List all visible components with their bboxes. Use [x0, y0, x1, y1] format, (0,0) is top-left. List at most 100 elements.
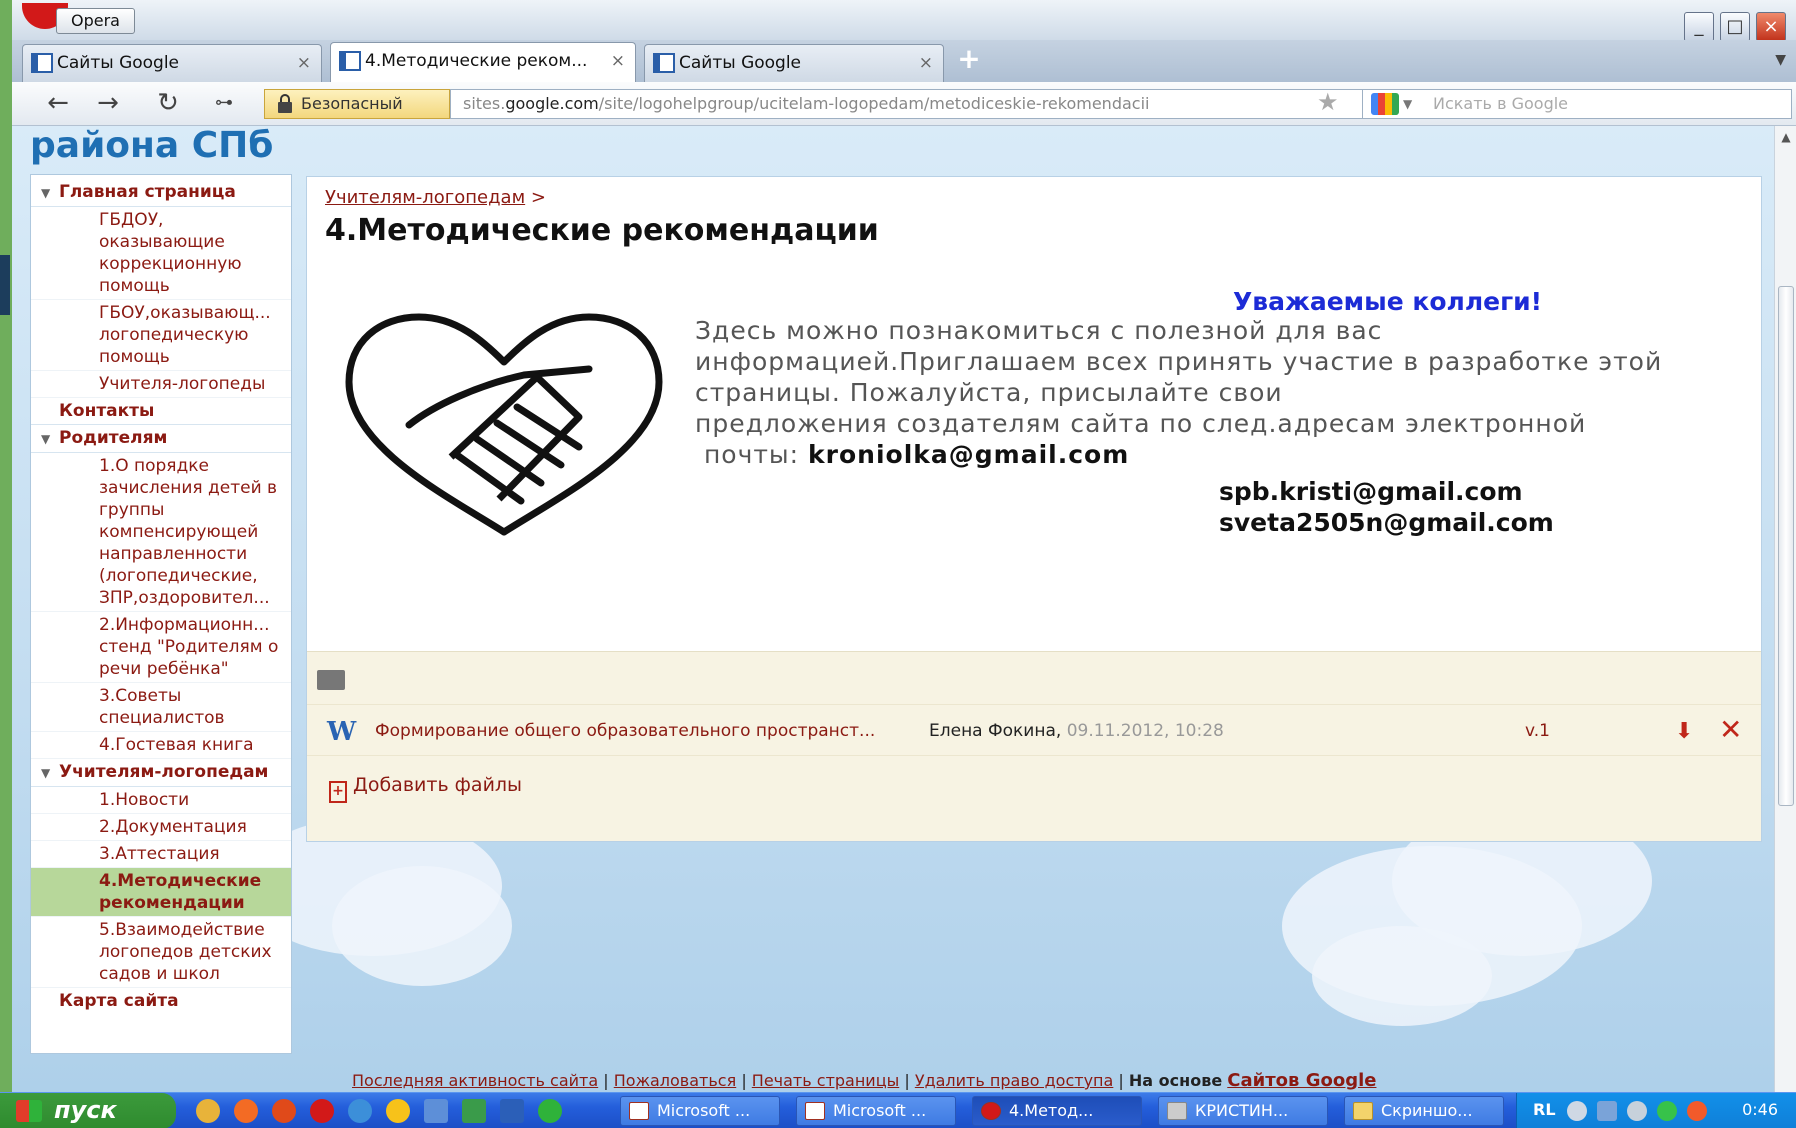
- intro-text: Здесь можно познакомиться с полезной для…: [695, 315, 1735, 470]
- taskbar-window-kristin[interactable]: КРИСТИН...: [1158, 1096, 1328, 1126]
- tray-messenger-icon[interactable]: [1657, 1101, 1677, 1121]
- attachment-version-link[interactable]: v.1: [1525, 721, 1550, 741]
- sidebar-item-sitemap[interactable]: Карта сайта: [31, 988, 291, 1014]
- google-search-icon: [1371, 93, 1399, 115]
- sidebar-item-gbou[interactable]: ГБОУ,оказывающ... логопедическую помощь: [31, 300, 291, 371]
- cloud-decoration: [332, 866, 512, 986]
- quicklaunch-opera-icon[interactable]: [310, 1099, 334, 1123]
- search-input[interactable]: ▼ Искать в Google: [1362, 89, 1792, 119]
- quicklaunch-excel-icon[interactable]: [462, 1099, 486, 1123]
- language-indicator[interactable]: RL: [1533, 1093, 1556, 1127]
- footer-link-report[interactable]: Пожаловаться: [614, 1071, 736, 1090]
- footer-link-activity[interactable]: Последняя активность сайта: [352, 1071, 598, 1090]
- tab-menu-chevron-icon[interactable]: ▼: [1775, 52, 1786, 68]
- start-button[interactable]: пуск: [0, 1093, 176, 1128]
- download-icon[interactable]: ⬇: [1675, 719, 1693, 744]
- tab-close-icon[interactable]: ×: [611, 51, 625, 71]
- footer-link-remove-access[interactable]: Удалить право доступа: [915, 1071, 1114, 1090]
- tray-arrow-icon[interactable]: [1567, 1101, 1587, 1121]
- sidebar-item-documentation[interactable]: 2.Документация: [31, 814, 291, 841]
- expand-triangle-icon[interactable]: ▼: [41, 762, 59, 784]
- footer-separator: |: [904, 1071, 910, 1090]
- quicklaunch-chrome-icon[interactable]: [386, 1099, 410, 1123]
- sidebar-item-recommendations[interactable]: 4.Методические рекомендации: [31, 868, 291, 917]
- footer-link-print[interactable]: Печать страницы: [752, 1071, 899, 1090]
- attachment-author: Елена Фокина,: [929, 721, 1062, 741]
- reload-icon[interactable]: ↻: [152, 88, 184, 118]
- taskbar-window-powerpoint-2[interactable]: Microsoft ...: [796, 1096, 956, 1126]
- sidebar-item-teachers[interactable]: ▼ Учителям-логопедам: [31, 759, 291, 787]
- folder-icon: [1353, 1102, 1373, 1120]
- taskbar-window-screenshots[interactable]: Скриншо...: [1344, 1096, 1504, 1126]
- footer-based-on: На основе: [1128, 1071, 1223, 1090]
- maximize-button[interactable]: □: [1720, 12, 1750, 42]
- quicklaunch-messenger-icon[interactable]: [538, 1099, 562, 1123]
- tab-close-icon[interactable]: ×: [297, 53, 311, 73]
- taskbar-window-opera[interactable]: 4.Метод...: [972, 1096, 1142, 1126]
- bookmark-star-icon[interactable]: ★: [1317, 88, 1339, 116]
- quicklaunch-word-icon[interactable]: [500, 1099, 524, 1123]
- opera-icon: [981, 1102, 1001, 1120]
- sidebar-item-gbdou[interactable]: ГБДОУ, оказывающие коррекционную помощь: [31, 207, 291, 300]
- tray-network-icon[interactable]: [1597, 1101, 1617, 1121]
- tab-close-icon[interactable]: ×: [919, 53, 933, 73]
- expand-triangle-icon[interactable]: ▼: [41, 428, 59, 450]
- quicklaunch-folder-icon[interactable]: [196, 1099, 220, 1123]
- footer-separator: |: [603, 1071, 609, 1090]
- tab-google-sites-2[interactable]: Сайты Google ×: [644, 44, 944, 82]
- cloud-decoration: [1312, 926, 1492, 1026]
- slide-background-mark: [0, 255, 10, 315]
- address-bar[interactable]: sites.google.com/site/logohelpgroup/ucit…: [450, 89, 1370, 119]
- clock: 0:46: [1742, 1100, 1778, 1119]
- forward-arrow-icon[interactable]: →: [92, 88, 124, 118]
- breadcrumb-link-teachers[interactable]: Учителям-логопедам: [325, 187, 525, 208]
- sidebar-item-guestbook[interactable]: 4.Гостевая книга: [31, 732, 291, 759]
- tab-google-sites-1[interactable]: Сайты Google ×: [22, 44, 322, 82]
- sidebar-item-enrollment[interactable]: 1.О порядке зачисления детей в группы ко…: [31, 453, 291, 612]
- scroll-thumb[interactable]: [1778, 286, 1794, 806]
- greeting-heading: Уважаемые коллеги!: [1233, 287, 1543, 316]
- search-engine-dropdown-icon[interactable]: ▼: [1403, 90, 1412, 118]
- minimize-button[interactable]: _: [1684, 12, 1714, 42]
- key-icon[interactable]: ⊶: [208, 88, 240, 118]
- expand-triangle-icon[interactable]: ▼: [41, 182, 59, 204]
- footer-link-google-sites[interactable]: Сайтов Google: [1227, 1070, 1376, 1091]
- back-arrow-icon[interactable]: ←: [42, 88, 74, 118]
- main-content: Учителям-логопедам > 4.Методические реко…: [306, 176, 1762, 842]
- windows-taskbar: пуск Microsoft ... Microsoft ... 4.Метод…: [0, 1092, 1796, 1128]
- sidebar-item-info-stand[interactable]: 2.Информационн... стенд "Родителям о реч…: [31, 612, 291, 683]
- scroll-up-icon[interactable]: ▲: [1778, 130, 1794, 146]
- quicklaunch-browser-icon[interactable]: [272, 1099, 296, 1123]
- word-document-icon: W: [327, 717, 357, 747]
- search-placeholder: Искать в Google: [1433, 94, 1569, 113]
- tab-methodical-recommendations[interactable]: 4.Методические реком... ×: [330, 42, 636, 82]
- sidebar-item-home[interactable]: ▼ Главная страница: [31, 179, 291, 207]
- quicklaunch-firefox-icon[interactable]: [234, 1099, 258, 1123]
- quicklaunch-app-icon[interactable]: [424, 1099, 448, 1123]
- new-tab-button[interactable]: +: [952, 44, 986, 76]
- taskbar-window-powerpoint[interactable]: Microsoft ...: [620, 1096, 780, 1126]
- sidebar-item-news[interactable]: 1.Новости: [31, 787, 291, 814]
- sidebar-nav: ▼ Главная страница ГБДОУ, оказывающие кор…: [30, 174, 292, 1054]
- tray-star-icon[interactable]: [1627, 1101, 1647, 1121]
- sidebar-item-interaction[interactable]: 5.Взаимодействие логопедов детских садов…: [31, 917, 291, 988]
- attachment-link[interactable]: Формирование общего образовательного про…: [375, 721, 875, 741]
- folder-icon[interactable]: [317, 670, 345, 690]
- intro-line: Здесь можно познакомиться с полезной для…: [695, 316, 1383, 345]
- sidebar-item-attestation[interactable]: 3.Аттестация: [31, 841, 291, 868]
- close-window-button[interactable]: ×: [1756, 12, 1786, 42]
- sidebar-item-parents[interactable]: ▼ Родителям: [31, 425, 291, 453]
- opera-menu-button[interactable]: Opera: [56, 8, 135, 34]
- tray-app-icon[interactable]: [1687, 1101, 1707, 1121]
- delete-icon[interactable]: ✕: [1719, 713, 1742, 746]
- sidebar-item-contacts[interactable]: Контакты: [31, 398, 291, 425]
- add-files-link[interactable]: + Добавить файлы: [329, 774, 522, 803]
- sidebar-item-advice[interactable]: 3.Советы специалистов: [31, 683, 291, 732]
- system-tray: RL 0:46: [1516, 1093, 1796, 1128]
- sites-page-icon: [31, 53, 53, 73]
- vertical-scrollbar[interactable]: ▲: [1774, 126, 1796, 1092]
- sidebar-item-speech-therapists[interactable]: Учителя-логопеды: [31, 371, 291, 398]
- intro-line: страницы. Пожалуйста, присылайте свои: [695, 378, 1283, 407]
- quicklaunch-ie-icon[interactable]: [348, 1099, 372, 1123]
- security-badge[interactable]: Безопасный: [264, 89, 450, 119]
